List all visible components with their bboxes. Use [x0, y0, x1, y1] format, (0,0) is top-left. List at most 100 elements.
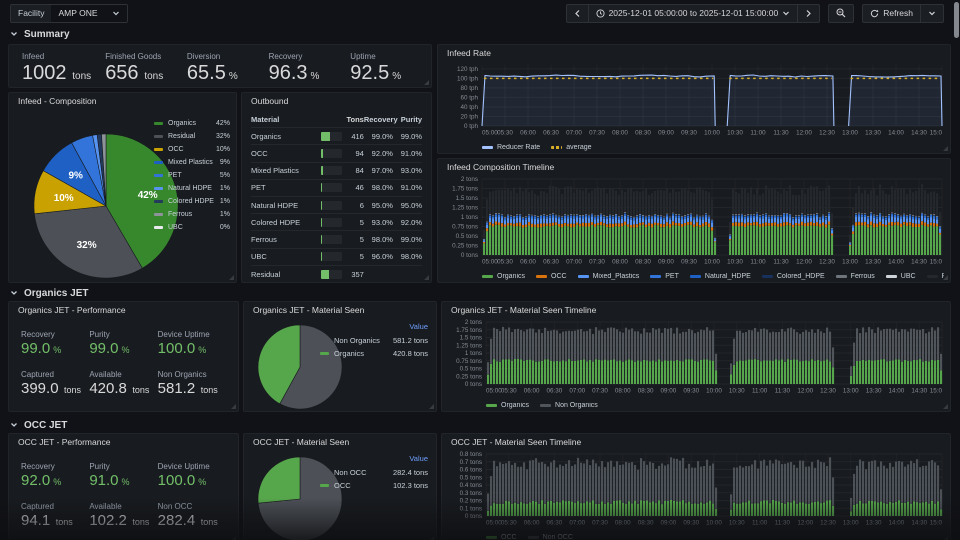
legend-label: PET	[168, 172, 182, 179]
svg-text:08:00: 08:00	[612, 259, 628, 266]
stat-unit: %	[198, 345, 206, 355]
svg-text:32%: 32%	[77, 240, 97, 251]
svg-text:0.5 tons: 0.5 tons	[456, 233, 478, 240]
legend-swatch	[320, 352, 329, 354]
legend-item-ubc[interactable]: UBC	[886, 273, 916, 280]
stat-value: 91.0%	[89, 472, 157, 489]
legend-item-occ[interactable]: OCC10%	[154, 143, 230, 156]
stat-label: Purity	[89, 462, 157, 471]
legend-item-organics[interactable]: Organics	[482, 273, 525, 280]
legend-item-occ[interactable]: OCC	[486, 534, 517, 540]
stat-label: Diversion	[187, 52, 255, 61]
purity-cell: 92.0%	[393, 218, 422, 227]
legend-item-pet[interactable]: PET5%	[154, 169, 230, 182]
recovery-cell: 99.0%	[364, 132, 393, 141]
legend-item-occ[interactable]: OCC	[536, 273, 567, 280]
panel-title: OCC JET - Material Seen Timeline	[442, 434, 950, 450]
legend-item-reducer-rate[interactable]: Reducer Rate	[482, 144, 540, 151]
stat-uptime: Uptime92.5%	[343, 50, 425, 82]
legend-swatch	[154, 174, 163, 176]
legend-value-header[interactable]: Value	[320, 454, 428, 463]
stat-value: 399.0 tons	[21, 380, 89, 397]
svg-text:07:00: 07:00	[566, 259, 582, 266]
zoom-out-button[interactable]	[828, 4, 854, 23]
legend-label: Non OCC	[334, 468, 367, 477]
legend-item-residual[interactable]: Residual	[927, 273, 944, 280]
legend-item-mixed-plastics[interactable]: Mixed Plastics9%	[154, 156, 230, 169]
stat-unit: tons	[198, 517, 218, 527]
svg-text:10:30: 10:30	[727, 130, 743, 137]
section-title: Summary	[24, 29, 70, 40]
facility-select[interactable]: AMP ONE	[51, 5, 126, 22]
svg-text:15:0: 15:0	[930, 130, 943, 137]
legend-item-average[interactable]: average	[551, 144, 591, 151]
legend-item-occ[interactable]: OCC102.3 tons	[320, 479, 428, 492]
organics-performance-stats: Recovery99.0%Purity99.0%Device Uptime100…	[9, 318, 238, 411]
dashboard: Facility AMP ONE 2025-12-01 05:00:00 to …	[0, 0, 960, 540]
refresh-icon	[870, 9, 879, 18]
legend-swatch	[482, 275, 493, 277]
svg-text:10%: 10%	[54, 193, 74, 204]
svg-text:10:30: 10:30	[729, 520, 745, 527]
legend-item-residual[interactable]: Residual32%	[154, 130, 230, 143]
stat-value: 92.5%	[350, 62, 418, 85]
infeed-composition-timeline-legend: Organics OCC Mixed_Plastics PET Natural_HDPE…	[482, 273, 944, 280]
legend-item-colored-hdpe[interactable]: Colored HDPE1%	[154, 195, 230, 208]
stat-value: 420.8 tons	[89, 380, 157, 397]
legend-swatch	[154, 226, 163, 228]
refresh-button[interactable]: Refresh	[862, 4, 921, 23]
legend-item-non-organics[interactable]: Non Organics	[540, 402, 598, 409]
svg-text:09:00: 09:00	[658, 130, 674, 137]
legend-item-pet[interactable]: PET	[650, 273, 679, 280]
legend-item-natural-hdpe[interactable]: Natural HDPE1%	[154, 182, 230, 195]
section-header-summary[interactable]: Summary	[10, 27, 70, 41]
scrollbar-thumb[interactable]	[954, 2, 959, 38]
svg-text:0.1 tons: 0.1 tons	[460, 505, 482, 512]
stat-captured: Captured399.0 tons	[21, 364, 89, 404]
time-back-button[interactable]	[566, 4, 589, 23]
svg-text:07:00: 07:00	[569, 388, 585, 395]
legend-item-organics[interactable]: Organics420.8 tons	[320, 347, 428, 360]
legend-item-mixed-plastics[interactable]: Mixed_Plastics	[578, 273, 640, 280]
legend-item-non-occ[interactable]: Non OCC282.4 tons	[320, 466, 428, 479]
purity-cell: 91.0%	[393, 183, 422, 192]
chevron-left-icon	[574, 9, 581, 18]
time-forward-button[interactable]	[797, 4, 820, 23]
purity-cell: 98.0%	[393, 252, 422, 261]
outbound-row-colored-hdpe: Colored HDPE593.0%92.0%	[251, 214, 422, 231]
facility-picker[interactable]: Facility AMP ONE	[10, 4, 128, 23]
time-range-button[interactable]: 2025-12-01 05:00:00 to 2025-12-01 15:00:…	[588, 4, 799, 23]
legend-item-ferrous[interactable]: Ferrous	[836, 273, 875, 280]
legend-value-header[interactable]: Value	[320, 322, 428, 331]
svg-text:15:0: 15:0	[930, 520, 943, 527]
section-header-occ-jet[interactable]: OCC JET	[10, 418, 67, 432]
refresh-interval-button[interactable]	[920, 4, 944, 23]
tons-value: 94	[346, 149, 364, 158]
infeed-composition-timeline-chart: 0 tons0.25 tons0.5 tons0.75 tons1 tons1.…	[442, 175, 946, 266]
svg-text:06:30: 06:30	[543, 259, 559, 266]
legend-label: Non OCC	[543, 534, 573, 540]
legend-item-ubc[interactable]: UBC0%	[154, 221, 230, 234]
legend-item-ferrous[interactable]: Ferrous1%	[154, 208, 230, 221]
recovery-cell: 92.0%	[364, 149, 393, 158]
stat-label: Recovery	[21, 330, 89, 339]
legend-label: Non Organics	[334, 336, 380, 345]
legend-item-colored-hdpe[interactable]: Colored_HDPE	[762, 273, 825, 280]
legend-item-non-organics[interactable]: Non Organics581.2 tons	[320, 334, 428, 347]
chevron-down-icon	[928, 9, 936, 17]
refresh-label: Refresh	[883, 8, 913, 18]
section-header-organics-jet[interactable]: Organics JET	[10, 286, 88, 300]
legend-label: Ferrous	[851, 273, 875, 280]
stat-finished-goods: Finished Goods656 tons	[98, 50, 180, 82]
material-cell: Ferrous	[251, 235, 321, 244]
legend-label: Non Organics	[555, 402, 598, 409]
svg-text:06:00: 06:00	[524, 520, 540, 527]
legend-swatch	[551, 146, 562, 148]
svg-text:0.25 tons: 0.25 tons	[452, 243, 478, 250]
legend-item-non-occ[interactable]: Non OCC	[528, 534, 573, 540]
legend-item-natural-hdpe[interactable]: Natural_HDPE	[690, 273, 751, 280]
legend-item-organics[interactable]: Organics	[486, 402, 529, 409]
svg-text:60 tph: 60 tph	[460, 95, 478, 102]
legend-item-organics[interactable]: Organics42%	[154, 117, 230, 130]
svg-text:13:00: 13:00	[842, 259, 858, 266]
